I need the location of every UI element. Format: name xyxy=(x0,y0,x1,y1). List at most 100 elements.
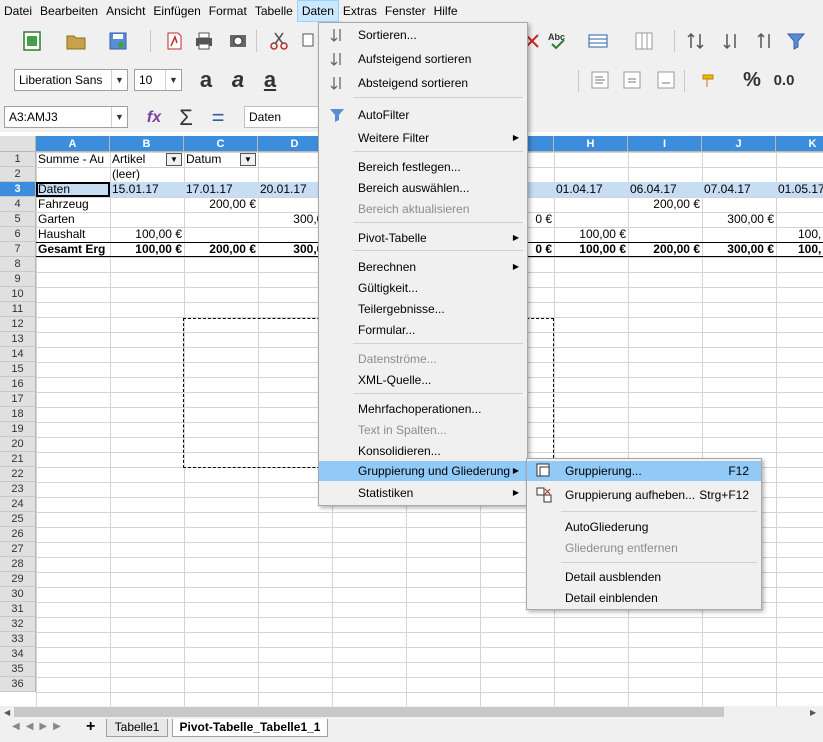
row-header[interactable]: 2 xyxy=(0,167,36,182)
row-header[interactable]: 1 xyxy=(0,152,36,167)
menu-item-teilergebnisse[interactable]: Teilergebnisse... xyxy=(319,299,527,319)
horizontal-scrollbar[interactable]: ◀ ▶ xyxy=(0,706,823,718)
cell-j7[interactable]: 300,00 € xyxy=(702,242,776,257)
menu-extras[interactable]: Extras xyxy=(339,0,381,22)
row-header[interactable]: 34 xyxy=(0,647,36,662)
row-header[interactable]: 26 xyxy=(0,527,36,542)
cell-b2[interactable]: (leer) xyxy=(110,167,184,182)
row-header[interactable]: 11 xyxy=(0,302,36,317)
menu-item-konsolidieren[interactable]: Konsolidieren... xyxy=(319,441,527,461)
select-all-corner[interactable] xyxy=(0,136,36,152)
cell-c4[interactable]: 200,00 € xyxy=(184,197,258,212)
menu-item-xml-quelle[interactable]: XML-Quelle... xyxy=(319,370,527,390)
sort-ascending-icon[interactable] xyxy=(750,27,778,55)
cell-a5[interactable]: Garten xyxy=(36,212,110,227)
cell-b7[interactable]: 100,00 € xyxy=(110,242,184,257)
menu-tabelle[interactable]: Tabelle xyxy=(251,0,297,22)
column-header[interactable]: C xyxy=(184,136,258,152)
align-center-icon[interactable] xyxy=(618,66,646,94)
cell-b1[interactable]: Artikel xyxy=(110,152,170,167)
column-header[interactable]: K xyxy=(776,136,823,152)
menu-einfuegen[interactable]: Einfügen xyxy=(149,0,204,22)
add-sheet-icon[interactable]: + xyxy=(86,718,95,736)
row-header[interactable]: 6 xyxy=(0,227,36,242)
row-header[interactable]: 19 xyxy=(0,422,36,437)
row-header[interactable]: 33 xyxy=(0,632,36,647)
formula-icon[interactable]: = xyxy=(204,104,232,132)
new-icon[interactable] xyxy=(18,27,46,55)
rows-icon[interactable] xyxy=(584,27,612,55)
row-header[interactable]: 32 xyxy=(0,617,36,632)
menu-bearbeiten[interactable]: Bearbeiten xyxy=(36,0,102,22)
name-box[interactable]: A3:AMJ3 ▼ xyxy=(4,106,128,128)
menu-item-statistiken[interactable]: Statistiken ▶ xyxy=(319,483,527,503)
menu-item-formular[interactable]: Formular... xyxy=(319,320,527,340)
cell-h3[interactable]: 01.04.17 xyxy=(554,182,628,197)
cell-a4[interactable]: Fahrzeug xyxy=(36,197,110,212)
autofilter-icon[interactable] xyxy=(782,27,810,55)
scrollbar-thumb[interactable] xyxy=(14,707,724,717)
row-header[interactable]: 30 xyxy=(0,587,36,602)
submenu-item-detail-einblenden[interactable]: Detail einblenden xyxy=(527,588,761,608)
menu-item-mehrfachoperationen[interactable]: Mehrfachoperationen... xyxy=(319,399,527,419)
cell-k7[interactable]: 100, xyxy=(796,242,823,257)
sort-icon[interactable] xyxy=(682,27,710,55)
font-name-combo[interactable]: Liberation Sans ▼ xyxy=(14,69,128,91)
cell-k6[interactable]: 100, xyxy=(796,227,823,242)
cell-c3[interactable]: 17.01.17 xyxy=(184,182,258,197)
menu-fenster[interactable]: Fenster xyxy=(381,0,430,22)
row-header[interactable]: 9 xyxy=(0,272,36,287)
row-header[interactable]: 3 xyxy=(0,182,36,197)
menu-item-aufsteigend-sortieren[interactable]: Aufsteigend sortieren xyxy=(319,49,527,69)
underline-icon[interactable]: a xyxy=(256,66,284,94)
chevron-down-icon[interactable]: ▼ xyxy=(111,70,127,90)
cell-h6[interactable]: 100,00 € xyxy=(554,227,628,242)
menu-item-absteigend-sortieren[interactable]: Absteigend sortieren xyxy=(319,73,527,93)
sheet-tab-pivot[interactable]: Pivot-Tabelle_Tabelle1_1 xyxy=(172,719,328,737)
column-header[interactable]: J xyxy=(702,136,776,152)
formula-input[interactable]: Daten xyxy=(244,106,320,128)
menu-item-bereich-auswählen[interactable]: Bereich auswählen... xyxy=(319,178,527,198)
row-header[interactable]: 21 xyxy=(0,452,36,467)
submenu-item-gruppierung[interactable]: Gruppierung... F12 xyxy=(527,461,761,481)
sheet-tab-tabelle1[interactable]: Tabelle1 xyxy=(106,719,168,737)
cell-j3[interactable]: 07.04.17 xyxy=(702,182,776,197)
export-pdf-icon[interactable] xyxy=(160,27,188,55)
row-header[interactable]: 20 xyxy=(0,437,36,452)
cell-b6[interactable]: 100,00 € xyxy=(110,227,184,242)
menu-daten[interactable]: Daten xyxy=(296,0,339,22)
row-header[interactable]: 5 xyxy=(0,212,36,227)
cell-a1[interactable]: Summe - Au xyxy=(36,152,110,167)
menu-hilfe[interactable]: Hilfe xyxy=(430,0,462,22)
menu-item-gültigkeit[interactable]: Gültigkeit... xyxy=(319,278,527,298)
menu-item-berechnen[interactable]: Berechnen ▶ xyxy=(319,257,527,277)
column-header[interactable]: B xyxy=(110,136,184,152)
row-header[interactable]: 29 xyxy=(0,572,36,587)
number-format-icon[interactable]: 0.0 xyxy=(770,66,798,94)
print-preview-icon[interactable] xyxy=(224,27,252,55)
row-header[interactable]: 15 xyxy=(0,362,36,377)
scroll-right-icon[interactable]: ▶ xyxy=(810,708,816,717)
align-bottom-icon[interactable] xyxy=(652,66,680,94)
sum-icon[interactable]: Σ xyxy=(172,104,200,132)
cell-i7[interactable]: 200,00 € xyxy=(628,242,702,257)
bold-icon[interactable]: a xyxy=(192,66,220,94)
menu-item-autofilter[interactable]: AutoFilter xyxy=(319,105,527,125)
submenu-item-autogliederung[interactable]: AutoGliederung xyxy=(527,517,761,537)
row-header[interactable]: 23 xyxy=(0,482,36,497)
menu-ansicht[interactable]: Ansicht xyxy=(102,0,149,22)
menu-item-bereich-festlegen[interactable]: Bereich festlegen... xyxy=(319,157,527,177)
row-header[interactable]: 25 xyxy=(0,512,36,527)
cell-i4[interactable]: 200,00 € xyxy=(628,197,702,212)
row-header[interactable]: 8 xyxy=(0,257,36,272)
cell-i3[interactable]: 06.04.17 xyxy=(628,182,702,197)
print-icon[interactable] xyxy=(190,27,218,55)
row-header[interactable]: 10 xyxy=(0,287,36,302)
menu-item-sortieren[interactable]: Sortieren... xyxy=(319,25,527,45)
row-header[interactable]: 35 xyxy=(0,662,36,677)
row-header[interactable]: 27 xyxy=(0,542,36,557)
column-header[interactable]: A xyxy=(36,136,110,152)
row-header[interactable]: 22 xyxy=(0,467,36,482)
column-header[interactable]: I xyxy=(628,136,702,152)
submenu-item-detail-ausblenden[interactable]: Detail ausblenden xyxy=(527,567,761,587)
